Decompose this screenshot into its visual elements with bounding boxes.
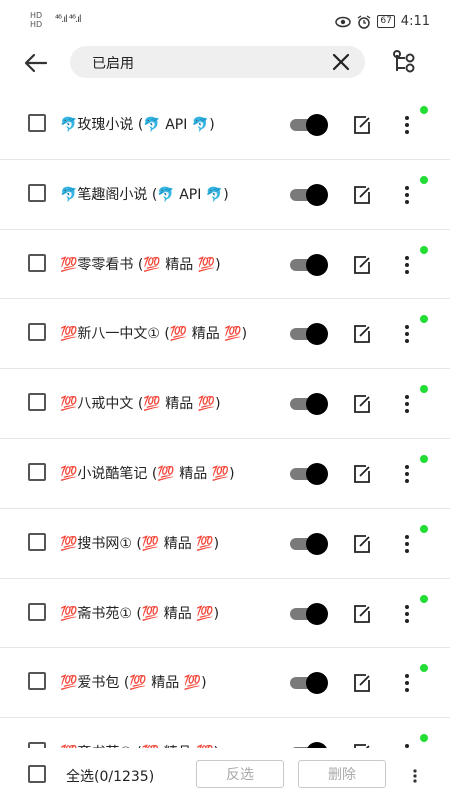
enable-toggle[interactable] [288, 672, 328, 695]
row-checkbox[interactable] [28, 323, 46, 342]
enable-toggle[interactable] [288, 253, 328, 276]
source-name: 💯新八一中文① (💯 精品 💯) [60, 326, 248, 343]
row-checkbox[interactable] [28, 183, 46, 202]
enable-toggle[interactable] [288, 114, 328, 136]
more-vertical-icon[interactable] [400, 254, 414, 276]
search-box[interactable] [70, 46, 365, 80]
source-name: 🐬玫瑰小说 (🐬 API 🐬) [60, 117, 215, 133]
list-item: 💯斋书苑① (💯 精品 💯) [0, 579, 450, 649]
edit-icon[interactable] [352, 255, 372, 275]
status-dot [420, 594, 428, 603]
list-item: 💯爱书包 (💯 精品 💯) [0, 648, 450, 719]
more-vertical-icon[interactable] [410, 768, 420, 784]
more-vertical-icon[interactable] [400, 533, 414, 555]
enable-toggle[interactable] [288, 602, 328, 625]
status-bar: HD HD ⁴⁶.ıl ⁴⁶.ıl 67 4:11 [0, 0, 450, 40]
search-input[interactable] [90, 46, 324, 80]
source-name: 💯八戒中文 (💯 精品 💯) [60, 396, 221, 413]
edit-icon[interactable] [352, 464, 372, 484]
enable-toggle[interactable] [288, 323, 328, 346]
status-dot [420, 175, 428, 184]
row-checkbox[interactable] [28, 114, 46, 132]
list-item: 💯新八一中文① (💯 精品 💯) [0, 299, 450, 370]
row-checkbox[interactable] [28, 672, 46, 691]
row-checkbox[interactable] [28, 462, 46, 481]
enable-toggle[interactable] [288, 462, 328, 485]
select-all-label[interactable]: 全选(0/1235) [66, 766, 154, 786]
back-arrow-icon[interactable] [22, 50, 50, 76]
signal-icon: ⁴⁶.ıl ⁴⁶.ıl [55, 14, 82, 25]
row-checkbox[interactable] [28, 532, 46, 551]
battery-icon: 67 [377, 15, 395, 28]
list-item: 🐬笔趣阁小说 (🐬 API 🐬) [0, 160, 450, 230]
more-vertical-icon[interactable] [400, 393, 414, 415]
enable-toggle[interactable] [288, 393, 328, 416]
delete-button[interactable]: 删除 [298, 760, 386, 788]
source-name: 🐬笔趣阁小说 (🐬 API 🐬) [60, 186, 229, 203]
enable-toggle[interactable] [288, 183, 328, 206]
edit-icon[interactable] [352, 673, 372, 693]
list-item: 🐬玫瑰小说 (🐬 API 🐬) [0, 90, 450, 160]
source-name: 💯爱书包 (💯 精品 💯) [60, 675, 207, 692]
more-vertical-icon[interactable] [400, 672, 414, 694]
invert-selection-button[interactable]: 反选 [196, 760, 284, 788]
list-item: 💯八戒中文 (💯 精品 💯) [0, 369, 450, 439]
status-dot [420, 664, 428, 673]
source-name: 💯零零看书 (💯 精品 💯) [60, 256, 221, 273]
group-icon[interactable] [390, 49, 418, 77]
status-dot [420, 245, 428, 254]
bottom-bar: 全选(0/1235) 反选 删除 [0, 748, 450, 800]
edit-icon[interactable] [352, 604, 372, 624]
status-dot [420, 524, 428, 533]
eye-icon [335, 16, 352, 27]
edit-icon[interactable] [352, 115, 372, 135]
status-dot [420, 734, 428, 743]
status-dot [420, 106, 428, 114]
status-dot [420, 385, 428, 394]
list-item: 💯零零看书 (💯 精品 💯) [0, 230, 450, 300]
enable-toggle[interactable] [288, 532, 328, 555]
source-name: 💯斋书苑① (💯 精品 💯) [60, 605, 220, 622]
edit-icon[interactable] [352, 534, 372, 554]
source-name: 💯小说酷笔记 (💯 精品 💯) [60, 465, 235, 482]
row-checkbox[interactable] [28, 393, 46, 412]
more-vertical-icon[interactable] [400, 463, 414, 485]
select-all-checkbox[interactable] [28, 765, 46, 783]
more-vertical-icon[interactable] [400, 114, 414, 136]
alarm-icon [357, 14, 371, 29]
row-checkbox[interactable] [28, 602, 46, 621]
edit-icon[interactable] [352, 324, 372, 344]
edit-icon[interactable] [352, 394, 372, 414]
more-vertical-icon[interactable] [400, 323, 414, 345]
clock: 4:11 [400, 14, 430, 29]
close-icon[interactable] [331, 52, 351, 72]
status-dot [420, 454, 428, 463]
more-vertical-icon[interactable] [400, 184, 414, 206]
toolbar [0, 40, 450, 86]
hd-indicator: HD HD [30, 11, 43, 29]
list-item: 💯搜书网① (💯 精品 💯) [0, 509, 450, 579]
row-checkbox[interactable] [28, 253, 46, 272]
more-vertical-icon[interactable] [400, 603, 414, 625]
source-name: 💯搜书网① (💯 精品 💯) [60, 535, 220, 552]
status-dot [420, 315, 428, 324]
edit-icon[interactable] [352, 185, 372, 205]
list-item: 💯小说酷笔记 (💯 精品 💯) [0, 439, 450, 509]
source-list: 🐬玫瑰小说 (🐬 API 🐬) 🐬笔趣阁小说 (🐬 API 🐬) 💯零零看书 (💯 … [0, 90, 450, 788]
